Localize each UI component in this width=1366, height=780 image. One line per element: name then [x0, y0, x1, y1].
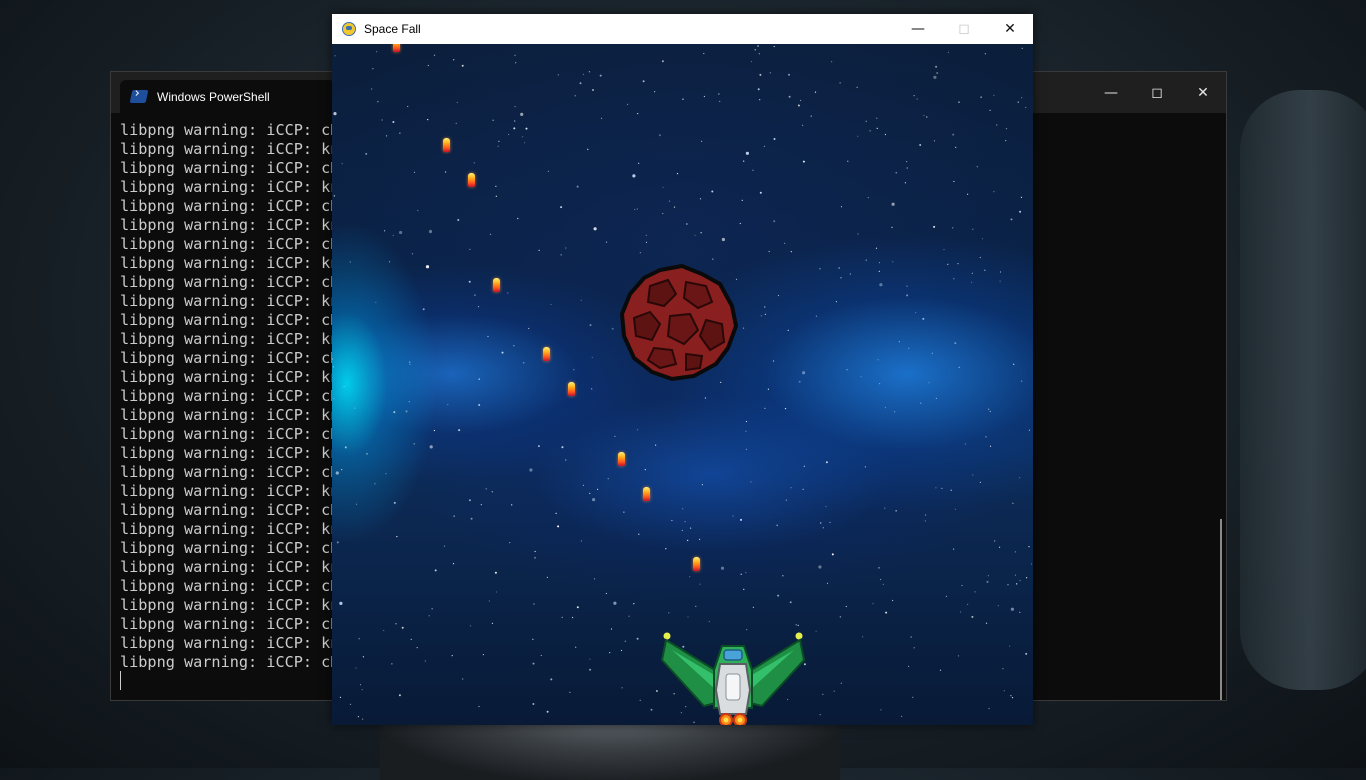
bullet-sprite — [443, 138, 450, 152]
powershell-tab[interactable]: Windows PowerShell — [120, 80, 335, 113]
terminal-line: libpng warning: iCCP: kn — [120, 178, 340, 196]
game-canvas[interactable] — [332, 44, 1033, 725]
powershell-tab-label: Windows PowerShell — [157, 89, 270, 104]
terminal-line: libpng warning: iCCP: cH — [120, 577, 340, 595]
bullet-sprite — [693, 557, 700, 571]
terminal-line: libpng warning: iCCP: cH — [120, 425, 340, 443]
terminal-line: libpng warning: iCCP: kn — [120, 330, 340, 348]
terminal-line: libpng warning: iCCP: cH — [120, 121, 340, 139]
asteroid-sprite — [620, 264, 738, 382]
terminal-line: libpng warning: iCCP: cH — [120, 387, 340, 405]
terminal-line: libpng warning: iCCP: cH — [120, 235, 340, 253]
wallpaper-decoration — [1240, 90, 1366, 690]
bullet-sprite — [468, 173, 475, 187]
terminal-line: libpng warning: iCCP: kn — [120, 444, 340, 462]
player-spaceship — [660, 632, 806, 725]
space-fall-window[interactable]: Space Fall — ◻ ✕ — [332, 14, 1033, 725]
powershell-icon — [129, 90, 149, 103]
game-titlebar[interactable]: Space Fall — ◻ ✕ — [332, 14, 1033, 44]
bullet-sprite — [568, 382, 575, 396]
terminal-line: libpng warning: iCCP: cH — [120, 501, 340, 519]
bullet-sprite — [543, 347, 550, 361]
starfield — [332, 45, 1033, 723]
maximize-icon: ◻ — [958, 21, 970, 37]
terminal-line: libpng warning: iCCP: cH — [120, 159, 340, 177]
minimize-icon[interactable]: — — [1088, 72, 1134, 113]
terminal-line: libpng warning: iCCP: kn — [120, 558, 340, 576]
terminal-line: libpng warning: iCCP: kn — [120, 596, 340, 614]
terminal-line: libpng warning: iCCP: kn — [120, 216, 340, 234]
terminal-lines: libpng warning: iCCP: cH libpng warning: … — [120, 121, 339, 672]
terminal-cursor — [120, 671, 121, 690]
terminal-scrollbar[interactable] — [1220, 519, 1222, 700]
bullet-sprite — [493, 278, 500, 292]
terminal-line: libpng warning: iCCP: cH — [120, 273, 340, 291]
terminal-line: libpng warning: iCCP: kn — [120, 292, 340, 310]
bullet-sprite — [643, 487, 650, 501]
terminal-line: libpng warning: iCCP: cH — [120, 311, 340, 329]
terminal-line: libpng warning: iCCP: cH — [120, 197, 340, 215]
terminal-line: libpng warning: iCCP: kn — [120, 368, 340, 386]
close-icon[interactable]: ✕ — [987, 14, 1033, 44]
terminal-line: libpng warning: iCCP: kn — [120, 482, 340, 500]
terminal-line: libpng warning: iCCP: kn — [120, 254, 340, 272]
terminal-line: libpng warning: iCCP: kn — [120, 520, 340, 538]
terminal-line: libpng warning: iCCP: cH — [120, 349, 340, 367]
maximize-icon[interactable]: ◻ — [1134, 72, 1180, 113]
bullet-sprite — [393, 44, 400, 52]
pygame-icon — [342, 22, 356, 36]
terminal-line: libpng warning: iCCP: kn — [120, 406, 340, 424]
minimize-icon[interactable]: — — [895, 14, 941, 44]
terminal-line: libpng warning: iCCP: cH — [120, 615, 340, 633]
terminal-line: libpng warning: iCCP: kn — [120, 140, 340, 158]
bullet-sprite — [618, 452, 625, 466]
terminal-line: libpng warning: iCCP: cH — [120, 539, 340, 557]
terminal-line: libpng warning: iCCP: cH — [120, 653, 340, 671]
game-window-title: Space Fall — [364, 22, 421, 36]
terminal-line: libpng warning: iCCP: cH — [120, 463, 340, 481]
close-icon[interactable]: ✕ — [1180, 72, 1226, 113]
terminal-line: libpng warning: iCCP: kn — [120, 634, 340, 652]
